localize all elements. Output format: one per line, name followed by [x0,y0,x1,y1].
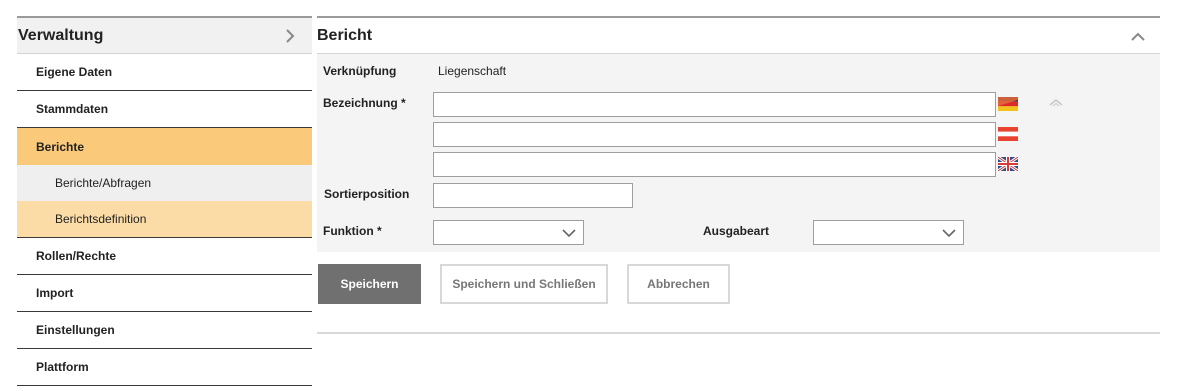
report-form: Verknüpfung Liegenschaft Bezeichnung * S… [317,54,1160,252]
link-label: Verknüpfung [323,64,397,78]
sidebar-item-label: Eigene Daten [36,65,113,79]
chevron-up-icon[interactable] [1124,22,1152,50]
sidebar-item-stammdaten[interactable]: Stammdaten [17,91,312,128]
chevron-down-icon [941,225,957,241]
sidebar-item-plattform[interactable]: Plattform [17,349,312,386]
flag-germany-icon [998,97,1018,111]
sidebar-header: Verwaltung [17,16,312,54]
sidebar-item-label: Berichte [36,139,85,154]
name-en-input[interactable] [433,152,996,177]
sort-position-input[interactable] [433,183,633,208]
save-button[interactable]: Speichern [318,264,421,304]
sidebar-item-label: Einstellungen [36,323,115,337]
cancel-button[interactable]: Abbrechen [627,264,730,304]
page-title: Bericht [317,26,373,44]
flag-uk-icon [997,155,1019,173]
report-panel: Bericht Verknüpfung Liegenschaft Bezeich… [317,16,1160,304]
sidebar-item-label: Berichtsdefinition [55,212,147,226]
link-value: Liegenschaft [438,64,507,78]
output-select[interactable] [813,220,964,245]
sidebar-item-label: Plattform [36,360,89,374]
chevron-right-icon[interactable] [276,22,304,50]
sidebar-item-rollen-rechte[interactable]: Rollen/Rechte [17,238,312,275]
name-label: Bezeichnung * [323,96,406,110]
save-close-button[interactable]: Speichern und Schließen [440,264,608,304]
sidebar-subitem-berichte-abfragen[interactable]: Berichte/Abfragen [17,165,312,201]
chevron-down-icon [561,225,577,241]
sidebar-item-label: Import [36,286,74,300]
name-at-input[interactable] [433,122,996,147]
function-select[interactable] [433,220,584,245]
sidebar-item-einstellungen[interactable]: Einstellungen [17,312,312,349]
sidebar-item-import[interactable]: Import [17,275,312,312]
sidebar-item-label: Stammdaten [36,102,109,116]
sidebar-title: Verwaltung [18,26,104,44]
bottom-divider [317,332,1160,334]
name-de-input[interactable] [433,92,996,117]
sidebar-item-berichte[interactable]: Berichte [17,128,312,165]
sidebar-item-eigene-daten[interactable]: Eigene Daten [17,54,312,91]
output-label: Ausgabeart [703,224,770,238]
admin-sidebar: Verwaltung Eigene Daten Stammdaten Beric… [17,16,312,386]
sort-label: Sortierposition [324,187,410,201]
function-label: Funktion * [323,224,382,238]
sidebar-subitem-berichtsdefinition[interactable]: Berichtsdefinition [17,201,312,238]
panel-header: Bericht [317,16,1160,54]
flag-austria-icon [998,127,1018,141]
expand-icon[interactable] [1048,96,1064,110]
sidebar-item-label: Rollen/Rechte [36,249,117,263]
sidebar-item-label: Berichte/Abfragen [55,176,152,190]
